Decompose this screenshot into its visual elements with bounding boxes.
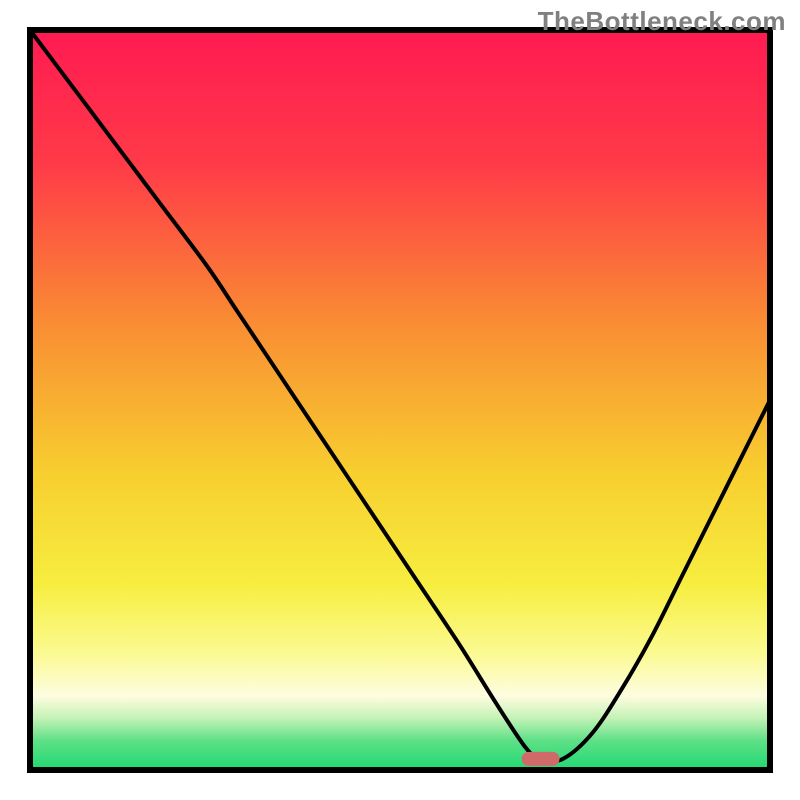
- chart-svg: [0, 0, 800, 800]
- watermark-text: TheBottleneck.com: [538, 6, 786, 37]
- plot-background: [30, 30, 770, 770]
- optimal-marker: [522, 752, 560, 766]
- chart-frame: TheBottleneck.com: [0, 0, 800, 800]
